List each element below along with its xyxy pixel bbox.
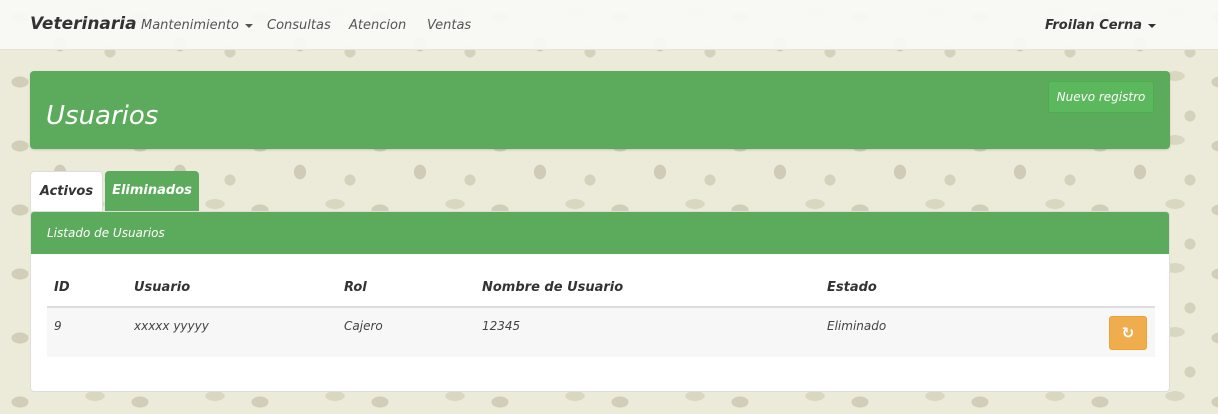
cell-id: 9	[54, 319, 62, 333]
tab-activos[interactable]: Activos	[30, 171, 103, 211]
user-menu-dropdown[interactable]: Froilan Cerna	[1045, 18, 1156, 33]
restore-button[interactable]: ↻	[1109, 316, 1147, 350]
users-panel: Listado de Usuarios ID Usuario Rol Nombr…	[30, 211, 1170, 392]
table-row	[47, 308, 1155, 357]
panel-heading: Listado de Usuarios	[31, 212, 1169, 254]
nav-mantenimiento-dropdown[interactable]: Mantenimiento	[141, 18, 253, 33]
column-header-estado: Estado	[827, 280, 877, 295]
column-header-rol: Rol	[344, 280, 367, 295]
cell-nombre-usuario: 12345	[482, 319, 521, 333]
nav-mantenimiento-label: Mantenimiento	[141, 18, 239, 33]
cell-estado: Eliminado	[827, 319, 887, 333]
column-header-usuario: Usuario	[134, 280, 191, 295]
nav-consultas[interactable]: Consultas	[267, 18, 331, 33]
caret-down-icon	[1148, 23, 1156, 28]
cell-usuario: xxxxx yyyyy	[134, 319, 209, 333]
refresh-icon: ↻	[1121, 324, 1135, 342]
nav-ventas[interactable]: Ventas	[427, 18, 471, 33]
page-header: Usuarios Nuevo registro	[30, 71, 1170, 149]
brand-logo[interactable]: Veterinaria	[30, 14, 137, 34]
tab-eliminados[interactable]: Eliminados	[105, 171, 199, 211]
top-navbar: Veterinaria Mantenimiento Consultas Aten…	[0, 0, 1218, 50]
column-header-id: ID	[54, 280, 70, 295]
new-record-button[interactable]: Nuevo registro	[1048, 81, 1154, 113]
column-header-nombre-usuario: Nombre de Usuario	[482, 280, 624, 295]
caret-down-icon	[244, 23, 253, 28]
user-name: Froilan Cerna	[1044, 18, 1142, 33]
page-title: Usuarios	[46, 101, 159, 131]
cell-rol: Cajero	[344, 319, 383, 333]
nav-atencion[interactable]: Atencion	[349, 18, 406, 33]
